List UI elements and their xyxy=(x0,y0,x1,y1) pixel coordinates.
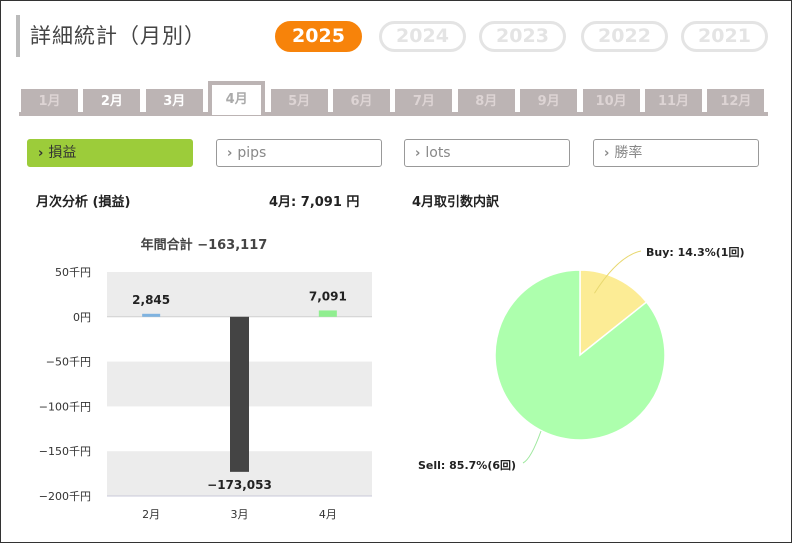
stats-panel: 詳細統計（月別） 2025 2024 2023 2022 2021 1月 2月 3月 4月 5月… xyxy=(0,0,792,543)
x-tick-label: 2月 xyxy=(142,508,160,521)
y-tick-label: −100千円 xyxy=(39,400,91,413)
monthly-pnl-bar-chart: 年間合計 −163,117 50千円 0円 −50千円 −100千円 −150千円 −200… xyxy=(39,237,372,521)
bar-value-label: 7,091 xyxy=(309,289,347,303)
y-tick-label: −200千円 xyxy=(39,490,91,503)
bar-value-label: −173,053 xyxy=(207,478,272,492)
y-tick-label: 50千円 xyxy=(55,266,91,279)
y-tick-label: −150千円 xyxy=(39,445,91,458)
bar-4月 xyxy=(318,310,337,317)
y-tick-label: 0円 xyxy=(73,311,91,324)
bar-3月 xyxy=(230,316,249,472)
bar-value-label: 2,845 xyxy=(132,293,170,307)
x-tick-label: 3月 xyxy=(231,508,249,521)
bar-2月 xyxy=(142,313,161,317)
chart-title: 年間合計 −163,117 xyxy=(141,237,268,253)
x-tick-label: 4月 xyxy=(319,508,337,521)
y-tick-label: −50千円 xyxy=(46,356,91,369)
